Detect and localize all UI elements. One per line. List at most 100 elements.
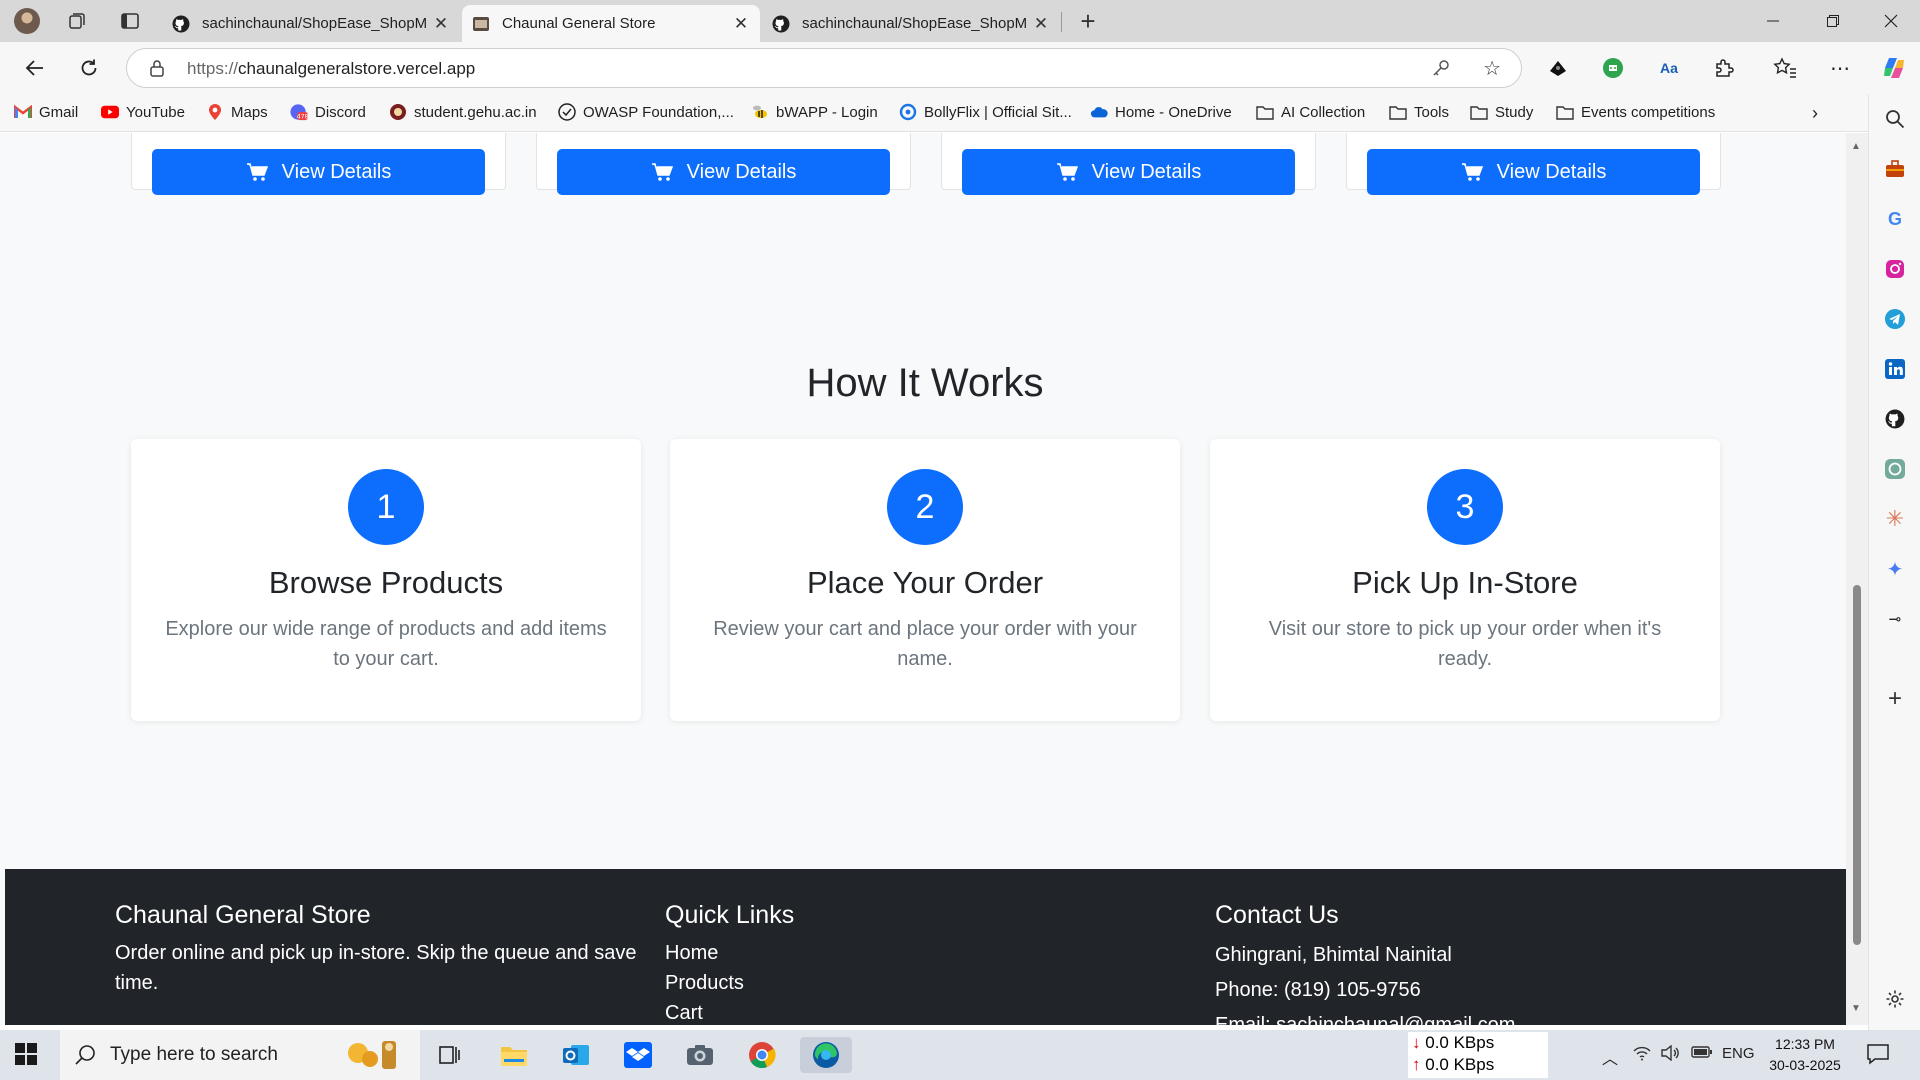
exit-arrow-icon[interactable]: ⊸: [1882, 606, 1908, 632]
taskbar-clock[interactable]: 12:33 PM 30-03-2025: [1760, 1034, 1850, 1076]
bookmark-tools[interactable]: Tools: [1389, 103, 1449, 121]
tab-github-2[interactable]: sachinchaunal/ShopEase_ShopMa ✕: [762, 5, 1060, 42]
footer-email[interactable]: Email: sachinchaunal@gmail.com: [1215, 1008, 1515, 1025]
download-speed: ↓ 0.0 KBps: [1412, 1033, 1495, 1052]
bookmark-student-gehu[interactable]: student.gehu.ac.in: [389, 103, 537, 121]
favorite-star-icon[interactable]: ☆: [1483, 56, 1501, 81]
bookmark-ai-collection[interactable]: AI Collection: [1256, 103, 1365, 121]
taskbar-search-box[interactable]: Type here to search: [60, 1030, 420, 1080]
bookmark-study[interactable]: Study: [1470, 103, 1533, 121]
bookmark-bollyflix[interactable]: BollyFlix | Official Sit...: [899, 103, 1072, 121]
gemini-icon[interactable]: ✦: [1882, 556, 1908, 582]
search-highlight-icon: [348, 1041, 396, 1069]
linkedin-icon[interactable]: [1882, 356, 1908, 382]
step-number-badge: 3: [1427, 469, 1503, 545]
scroll-down-arrow-icon[interactable]: ▼: [1851, 1003, 1861, 1014]
extension-dark-icon[interactable]: [1543, 53, 1573, 83]
restore-icon[interactable]: [1804, 0, 1862, 42]
profile-avatar[interactable]: [14, 8, 40, 34]
scroll-up-arrow-icon[interactable]: ▲: [1851, 141, 1861, 152]
footer-link-products[interactable]: Products: [665, 968, 794, 998]
file-explorer-icon[interactable]: [494, 1037, 534, 1073]
tab-github-1[interactable]: sachinchaunal/ShopEase_ShopMa ✕: [162, 5, 460, 42]
google-icon[interactable]: G: [1882, 206, 1908, 232]
bookmark-discord[interactable]: 478 Discord: [290, 103, 366, 121]
dropbox-icon[interactable]: [618, 1037, 658, 1073]
copilot-icon[interactable]: [1879, 53, 1909, 83]
search-icon[interactable]: [1882, 106, 1908, 132]
view-details-button[interactable]: View Details: [557, 149, 890, 195]
volume-icon[interactable]: [1660, 1044, 1680, 1066]
claude-icon[interactable]: ✳: [1882, 506, 1908, 532]
folder-icon: [1556, 103, 1574, 121]
new-tab-button[interactable]: +: [1075, 6, 1101, 36]
notifications-icon[interactable]: [1866, 1042, 1890, 1071]
close-tab-icon[interactable]: ✕: [1032, 14, 1050, 34]
folder-icon: [1256, 103, 1274, 121]
github-icon[interactable]: [1882, 406, 1908, 432]
footer-link-home[interactable]: Home: [665, 938, 794, 968]
bookmark-onedrive[interactable]: Home - OneDrive: [1090, 103, 1232, 121]
close-window-icon[interactable]: [1862, 0, 1920, 42]
tray-chevron-up-icon[interactable]: ︿: [1602, 1045, 1618, 1069]
how-it-works-heading: How It Works: [806, 361, 1044, 405]
chatgpt-icon[interactable]: [1882, 456, 1908, 482]
tab-chaunal-store[interactable]: Chaunal General Store ✕: [462, 5, 760, 42]
page-scrollbar[interactable]: ▲ ▼: [1846, 133, 1868, 1025]
store-favicon-icon: [472, 15, 490, 33]
discord-icon: 478: [290, 103, 308, 121]
telegram-icon[interactable]: [1882, 306, 1908, 332]
scrollbar-thumb[interactable]: [1853, 585, 1861, 945]
maps-icon: [206, 103, 224, 121]
instagram-icon[interactable]: [1882, 256, 1908, 282]
bookmarks-bar: Gmail YouTube Maps 478 Discord student.g…: [0, 94, 1920, 132]
github-icon: [172, 15, 190, 33]
lock-icon[interactable]: [149, 59, 165, 82]
bookmarks-more-chevron-icon[interactable]: ›: [1812, 103, 1818, 124]
bee-icon: [751, 103, 769, 121]
address-bar[interactable]: https://chaunalgeneralstore.vercel.app ☆: [126, 48, 1522, 88]
read-aloud-icon[interactable]: Aa: [1654, 53, 1684, 83]
favorites-icon[interactable]: [1770, 53, 1800, 83]
web-page: View Details View Details View Details V…: [0, 133, 1846, 1025]
language-indicator[interactable]: ENG: [1722, 1045, 1755, 1062]
site-footer: Chaunal General Store Order online and p…: [5, 869, 1846, 1025]
workspaces-icon[interactable]: [64, 8, 90, 34]
bookmark-bwapp[interactable]: bWAPP - Login: [751, 103, 878, 121]
bookmark-gmail[interactable]: Gmail: [14, 103, 78, 121]
bookmark-owasp[interactable]: OWASP Foundation,...: [558, 103, 734, 121]
view-details-button[interactable]: View Details: [152, 149, 485, 195]
extension-green-icon[interactable]: [1598, 53, 1628, 83]
chrome-icon[interactable]: [742, 1037, 782, 1073]
windows-start-icon[interactable]: [14, 1042, 40, 1068]
view-details-button[interactable]: View Details: [1367, 149, 1700, 195]
more-menu-icon[interactable]: ⋯: [1825, 53, 1855, 83]
close-tab-icon[interactable]: ✕: [732, 14, 750, 34]
toolbox-icon[interactable]: [1882, 156, 1908, 182]
edge-icon[interactable]: [800, 1037, 852, 1073]
footer-address: Ghingrani, Bhimtal Nainital: [1215, 944, 1452, 966]
key-icon[interactable]: [1431, 58, 1451, 83]
extensions-puzzle-icon[interactable]: [1709, 53, 1739, 83]
url-text[interactable]: https://chaunalgeneralstore.vercel.app: [187, 59, 475, 79]
bookmark-maps[interactable]: Maps: [206, 103, 268, 121]
refresh-icon[interactable]: [72, 51, 106, 85]
bookmark-events-competitions[interactable]: Events competitions: [1556, 103, 1715, 121]
close-tab-icon[interactable]: ✕: [432, 14, 450, 34]
view-details-button[interactable]: View Details: [962, 149, 1295, 195]
product-card: View Details: [941, 133, 1316, 195]
camera-icon[interactable]: [680, 1037, 720, 1073]
settings-gear-icon[interactable]: [1882, 986, 1908, 1012]
cart-icon: [1056, 163, 1078, 181]
back-icon[interactable]: [18, 51, 52, 85]
minimize-icon[interactable]: [1744, 0, 1802, 42]
add-sidebar-app-icon[interactable]: +: [1882, 685, 1908, 712]
task-view-icon[interactable]: [430, 1037, 470, 1073]
outlook-icon[interactable]: [556, 1037, 596, 1073]
footer-link-cart[interactable]: Cart: [665, 998, 794, 1025]
bookmark-youtube[interactable]: YouTube: [101, 103, 185, 121]
tab-actions-icon[interactable]: [117, 8, 143, 34]
product-card: View Details: [131, 133, 506, 195]
battery-icon[interactable]: [1691, 1045, 1713, 1064]
wifi-icon[interactable]: [1632, 1045, 1652, 1066]
